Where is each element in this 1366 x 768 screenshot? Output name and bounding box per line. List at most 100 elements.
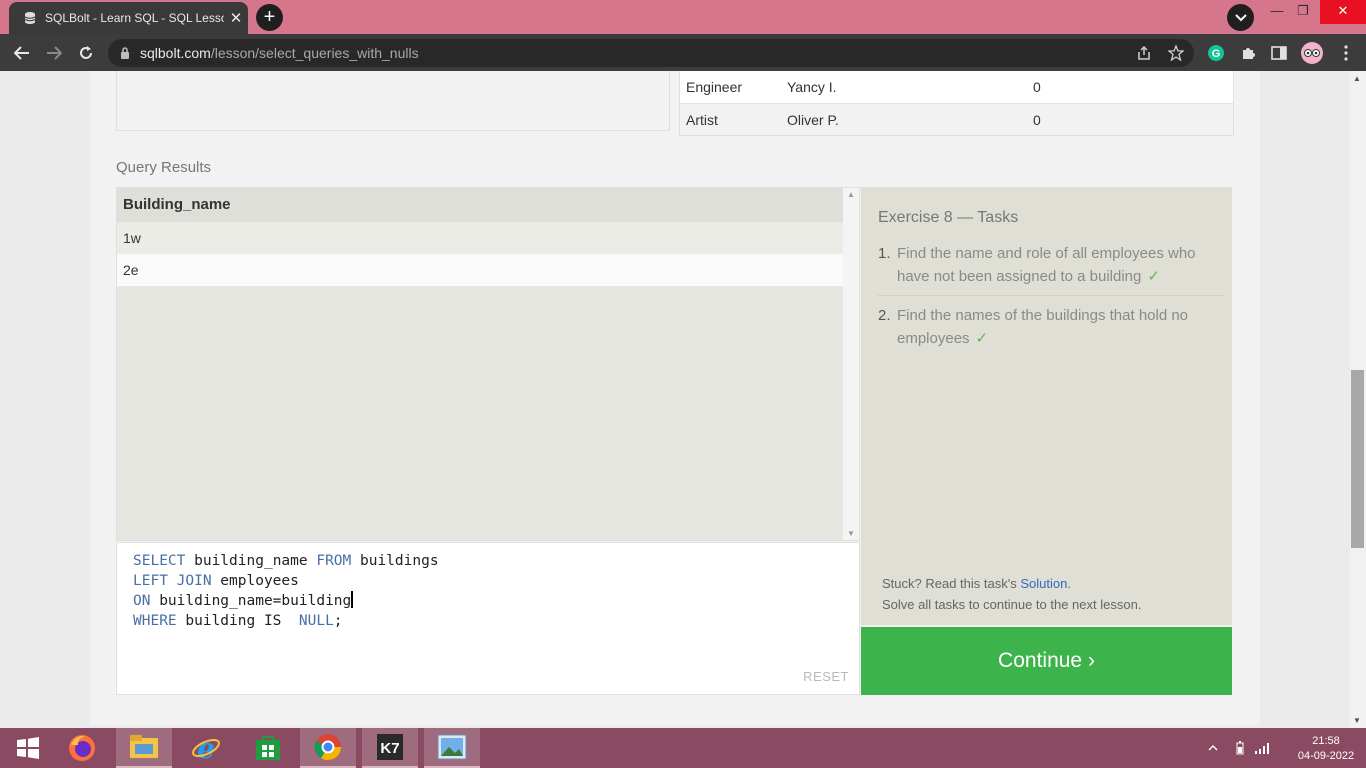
sql-keyword: NULL: [298, 613, 334, 629]
side-panel-icon[interactable]: [1267, 41, 1291, 65]
sql-text: building_name: [185, 553, 317, 569]
results-column-header: Building_name: [117, 188, 843, 222]
continue-button[interactable]: Continue ›: [861, 627, 1232, 695]
employees-table: Engineer Yancy I. 0 Artist Oliver P. 0: [679, 71, 1234, 136]
grammarly-icon[interactable]: G: [1204, 41, 1228, 65]
signal-strength-icon[interactable]: [1255, 728, 1271, 768]
table-cell: Artist: [686, 111, 718, 128]
k7-label: K7: [380, 740, 399, 757]
solution-link[interactable]: Solution: [1020, 576, 1067, 591]
scroll-down-arrow-icon[interactable]: ▼: [1353, 716, 1361, 725]
table-row: Artist Oliver P. 0: [680, 103, 1233, 135]
microsoft-store-icon[interactable]: [240, 728, 296, 768]
windows-logo-icon: [17, 737, 39, 759]
code-line: SELECT building_name FROM buildings: [133, 551, 859, 571]
forward-arrow-icon: [47, 46, 62, 60]
task-number: 1.: [878, 245, 891, 262]
scroll-up-arrow-icon[interactable]: ▲: [847, 190, 855, 199]
back-button[interactable]: [9, 40, 35, 66]
browser-toolbar: sqlbolt.com/lesson/select_queries_with_n…: [0, 34, 1366, 71]
code-line: LEFT JOIN employees: [133, 571, 859, 591]
sql-text: ;: [333, 613, 343, 629]
sql-keyword: LEFT JOIN: [133, 573, 212, 589]
table-cell: 0: [1033, 111, 1041, 128]
chevron-down-icon: [1234, 13, 1247, 21]
file-explorer-icon[interactable]: [116, 728, 172, 768]
reload-button[interactable]: [73, 40, 99, 66]
windows-taskbar: e K7 21:58 04-09-2022: [0, 728, 1366, 768]
forward-button[interactable]: [41, 40, 67, 66]
internet-explorer-icon[interactable]: e: [178, 728, 234, 768]
sql-text: buildings: [351, 553, 439, 569]
page-scrollbar[interactable]: ▲ ▼: [1350, 71, 1366, 728]
query-results-label: Query Results: [116, 159, 212, 176]
photos-app-icon[interactable]: [424, 728, 480, 768]
task-text-wrap: Find the name and role of all employees …: [897, 242, 1224, 288]
table-cell: Oliver P.: [787, 111, 839, 128]
checkmark-icon: ✓: [1147, 268, 1160, 285]
extensions-puzzle-icon[interactable]: [1236, 41, 1260, 65]
url-host: sqlbolt.com: [140, 45, 211, 61]
browser-tab-bar: SQLBolt - Learn SQL - SQL Lesson ✕ + — ❐…: [0, 0, 1366, 34]
checkmark-icon: ✓: [975, 330, 989, 347]
task-item: 1. Find the name and role of all employe…: [878, 242, 1224, 296]
share-icon[interactable]: [1132, 41, 1156, 65]
tab-title: SQLBolt - Learn SQL - SQL Lesson: [45, 11, 224, 25]
clock-time: 21:58: [1312, 735, 1340, 747]
sql-keyword: ON: [133, 593, 151, 609]
battery-icon[interactable]: [1236, 728, 1244, 768]
code-line: ON building_name=building: [133, 591, 859, 611]
svg-text:G: G: [1212, 48, 1221, 60]
query-results-table[interactable]: Building_name 1w 2e ▲ ▼: [116, 187, 860, 541]
tasks-title: Exercise 8 — Tasks: [878, 209, 1019, 226]
clock-date: 04-09-2022: [1297, 750, 1355, 762]
table-cell: 0: [1033, 79, 1041, 95]
stuck-hint: Stuck? Read this task's Solution. Solve …: [882, 573, 1141, 615]
sql-keyword: FROM: [316, 553, 352, 569]
close-window-button[interactable]: ✕: [1320, 0, 1366, 24]
chevron-up-icon: [1208, 745, 1218, 751]
table-row: Engineer Yancy I. 0: [680, 71, 1233, 103]
sql-text: employees: [211, 573, 299, 589]
task-number: 2.: [878, 307, 891, 324]
reload-icon: [80, 46, 92, 59]
task-text: Find the names of the buildings that hol…: [897, 307, 1189, 347]
system-clock[interactable]: 21:58 04-09-2022: [1296, 734, 1356, 764]
address-bar[interactable]: sqlbolt.com/lesson/select_queries_with_n…: [108, 39, 1194, 67]
profile-avatar-icon[interactable]: [1300, 41, 1324, 65]
results-row: 2e: [117, 254, 843, 286]
chrome-icon[interactable]: [300, 728, 356, 768]
tab-search-button[interactable]: [1227, 4, 1254, 31]
scroll-up-arrow-icon[interactable]: ▲: [1353, 74, 1361, 83]
page-viewport: Engineer Yancy I. 0 Artist Oliver P. 0 Q…: [0, 71, 1350, 728]
browser-menu-icon[interactable]: [1334, 41, 1358, 65]
reset-button[interactable]: RESET: [803, 669, 849, 684]
task-item: 2. Find the names of the buildings that …: [878, 304, 1224, 357]
schema-panel: [116, 71, 670, 131]
sql-editor[interactable]: SELECT building_name FROM buildings LEFT…: [116, 542, 860, 695]
k7-antivirus-icon[interactable]: K7: [362, 728, 418, 768]
stuck-text-end: .: [1067, 576, 1071, 591]
start-button[interactable]: [0, 728, 56, 768]
scrollbar-thumb[interactable]: [1351, 370, 1364, 548]
text-caret: [351, 591, 354, 608]
sql-text: building_name=building: [150, 593, 352, 609]
code-line: WHERE building IS NULL;: [133, 611, 859, 631]
show-hidden-icons-button[interactable]: [1208, 728, 1218, 768]
table-cell: Yancy I.: [787, 79, 837, 95]
stuck-line2: Solve all tasks to continue to the next …: [882, 597, 1142, 612]
results-scrollbar[interactable]: ▲ ▼: [843, 188, 859, 540]
exercise-tasks-panel: Exercise 8 — Tasks 1. Find the name and …: [861, 187, 1232, 625]
scroll-down-arrow-icon[interactable]: ▼: [847, 529, 855, 538]
url-path: /lesson/select_queries_with_nulls: [210, 45, 419, 61]
svg-text:e: e: [197, 733, 215, 763]
lock-icon: [121, 47, 129, 59]
task-list: 1. Find the name and role of all employe…: [878, 242, 1224, 365]
bookmark-star-icon[interactable]: [1164, 41, 1188, 65]
browser-tab[interactable]: SQLBolt - Learn SQL - SQL Lesson ✕: [9, 2, 248, 34]
firefox-icon[interactable]: [54, 728, 110, 768]
sql-keyword: SELECT: [133, 553, 186, 569]
new-tab-button[interactable]: +: [256, 4, 283, 31]
sql-text: building IS: [176, 613, 299, 629]
close-tab-icon[interactable]: ✕: [224, 9, 248, 27]
